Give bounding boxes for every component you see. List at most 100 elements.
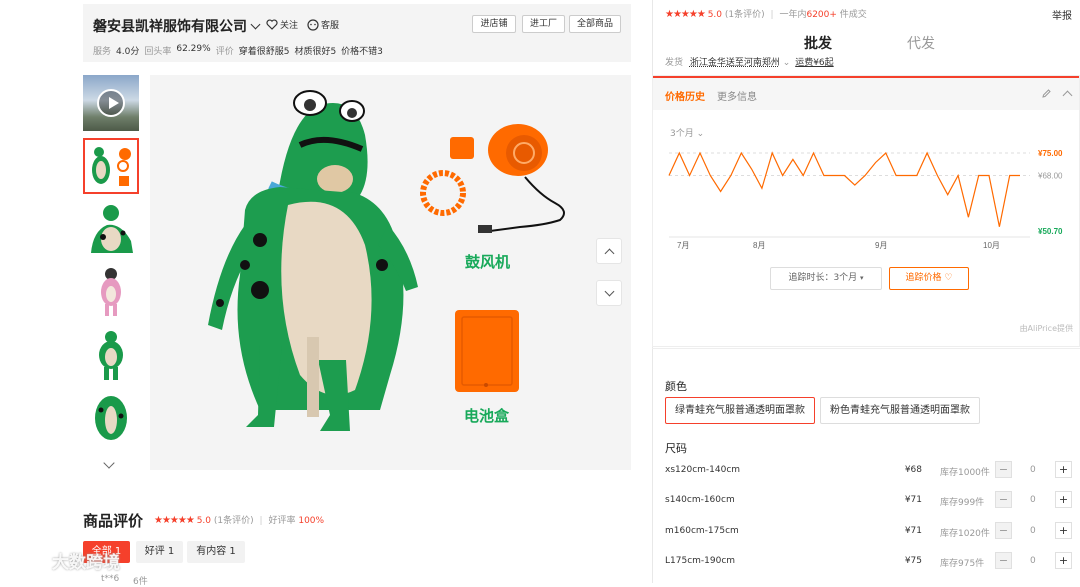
qty-input[interactable]: 0 [1030, 556, 1036, 566]
track-duration-label: 追踪时长：3个月 [788, 273, 858, 283]
chevron-up-icon [604, 248, 614, 258]
chat-icon [307, 18, 319, 31]
store-stats: 服务 4.0分 回头率 62.29% 评价 穿着很舒服5 材质很好5 价格不错3 [93, 44, 383, 57]
star-rating-icon: ★★★★★ [154, 515, 195, 526]
qty-input[interactable]: 0 [1030, 465, 1036, 475]
size-price: ¥71 [904, 526, 922, 536]
follow-button[interactable]: 关注 [266, 18, 298, 31]
qty-minus-button[interactable]: − [995, 522, 1012, 539]
x-tick-label: 8月 [753, 241, 765, 250]
watermark: 大数跨境 [8, 548, 120, 573]
qty-input[interactable]: 0 [1030, 495, 1036, 505]
size-row: m160cm-175cm ¥71 库存1020件 − 0 + [665, 522, 1073, 542]
play-icon[interactable] [97, 89, 125, 117]
review-score: 5.0 [196, 516, 212, 526]
range-select[interactable]: 3个月 ⌄ [670, 126, 704, 139]
repurchase-label: 回头率 [144, 47, 172, 57]
watermark-logo-icon [8, 551, 44, 570]
size-row: L175cm-190cm ¥75 库存975件 − 0 + [665, 552, 1073, 572]
separator: | [259, 516, 263, 526]
qty-plus-button[interactable]: + [1055, 461, 1072, 478]
image-next-button[interactable] [596, 280, 622, 306]
main-product-image[interactable]: 鼓风机 电池盒 [150, 75, 631, 470]
tab-price-history[interactable]: 价格历史 [665, 88, 705, 103]
qty-plus-button[interactable]: + [1055, 491, 1072, 508]
tab-more-info[interactable]: 更多信息 [717, 88, 757, 103]
y-label: ¥50.70 [1038, 227, 1063, 236]
ring-icon [420, 170, 466, 216]
qty-plus-button[interactable]: + [1055, 522, 1072, 539]
frog-costume-thumb [99, 331, 123, 380]
thumbnail-scroll-down-icon[interactable] [103, 457, 115, 469]
provider-note: 由AliPrice提供 [1019, 324, 1073, 333]
frog-costume-thumb [95, 396, 127, 440]
blower-label: 鼓风机 [465, 253, 510, 271]
review-tag: 价格不错3 [341, 47, 383, 57]
size-stock: 库存1000件 [940, 468, 990, 478]
heart-icon [266, 19, 278, 30]
track-price-label: 追踪价格 [905, 273, 942, 283]
service-label: 客服 [321, 21, 340, 31]
report-link[interactable]: 举报 [1052, 7, 1072, 22]
store-name[interactable]: 磐安县凯祥服饰有限公司 [93, 16, 261, 36]
track-price-button[interactable]: 追踪价格 ♡ [889, 267, 969, 290]
y-label: ¥75.00 [1038, 149, 1063, 158]
qty-minus-button[interactable]: − [995, 552, 1012, 569]
service-score-label: 服务 [93, 47, 112, 57]
price-history-header: 价格历史 更多信息 [653, 76, 1079, 110]
color-option-pink[interactable]: 粉色青蛙充气服普通透明面罩款 [820, 397, 980, 424]
review-count: (1条评价) [213, 516, 254, 526]
qty-plus-button[interactable]: + [1055, 552, 1072, 569]
good-rate-value: 100% [298, 516, 325, 526]
color-option-green[interactable]: 绿青蛙充气服普通透明面罩款 [665, 397, 815, 424]
tab-dropship[interactable]: 代发 [907, 33, 935, 53]
thumbnail-list [83, 75, 139, 469]
enter-store-button[interactable]: 进店铺 [472, 15, 516, 33]
battery-box-icon [455, 310, 519, 392]
range-value: 3个月 [670, 129, 694, 139]
sold-value: 6200+ [806, 10, 837, 20]
watermark-text: 大数跨境 [52, 553, 120, 573]
chevron-down-icon [604, 286, 614, 296]
ship-value[interactable]: 浙江金华送至河南郑州 [690, 58, 780, 68]
thumbnail-video[interactable] [83, 75, 139, 131]
thumbnail-1[interactable] [83, 138, 139, 194]
thumbnail-5[interactable] [83, 390, 139, 446]
thumbnail-4[interactable] [83, 327, 139, 383]
thumbnail-3[interactable] [83, 264, 139, 320]
repurchase-value: 62.29% [176, 44, 211, 54]
qty-input[interactable]: 0 [1030, 526, 1036, 536]
blower-icon [450, 124, 565, 233]
qty-minus-button[interactable]: − [995, 491, 1012, 508]
size-name: m160cm-175cm [665, 526, 739, 536]
follow-label: 关注 [280, 21, 299, 31]
price-history-chart: ¥75.00 ¥68.00 ¥50.70 7月 8月 9月 10月 [668, 149, 1063, 250]
thumbnail-2[interactable] [83, 201, 139, 257]
right-score: 5.0 [707, 10, 723, 20]
reviews-summary: ★★★★★ 5.0 (1条评价) | 好评率 100% [154, 513, 324, 526]
collapse-icon[interactable] [1062, 90, 1073, 101]
frog-costume-thumb [91, 205, 133, 253]
tab-wholesale[interactable]: 批发 [804, 33, 832, 53]
edit-icon[interactable] [1041, 88, 1052, 99]
store-name-text[interactable]: 磐安县凯祥服饰有限公司 [93, 16, 247, 36]
enter-factory-button[interactable]: 进工厂 [522, 15, 565, 33]
frog-costume-thumb [92, 147, 131, 186]
customer-service-button[interactable]: 客服 [307, 18, 339, 31]
track-duration-select[interactable]: 追踪时长：3个月 ▾ [770, 267, 882, 290]
filter-with-content[interactable]: 有内容 1 [187, 541, 245, 563]
size-row: s140cm-160cm ¥71 库存999件 − 0 + [665, 491, 1073, 511]
battery-label: 电池盒 [464, 407, 510, 425]
size-row: xs120cm-140cm ¥68 库存1000件 − 0 + [665, 461, 1073, 481]
chevron-down-icon[interactable] [250, 19, 261, 30]
freight[interactable]: 运费¥6起 [795, 58, 833, 68]
all-products-button[interactable]: 全部商品 [569, 15, 621, 33]
filter-good[interactable]: 好评 1 [136, 541, 183, 563]
good-rate-label: 好评率 [268, 516, 296, 526]
service-score-value: 4.0分 [116, 47, 140, 57]
qty-minus-button[interactable]: − [995, 461, 1012, 478]
frog-costume-image: 鼓风机 电池盒 [208, 90, 565, 431]
separator: | [770, 10, 774, 20]
image-prev-button[interactable] [596, 238, 622, 264]
size-name: xs120cm-140cm [665, 465, 741, 475]
